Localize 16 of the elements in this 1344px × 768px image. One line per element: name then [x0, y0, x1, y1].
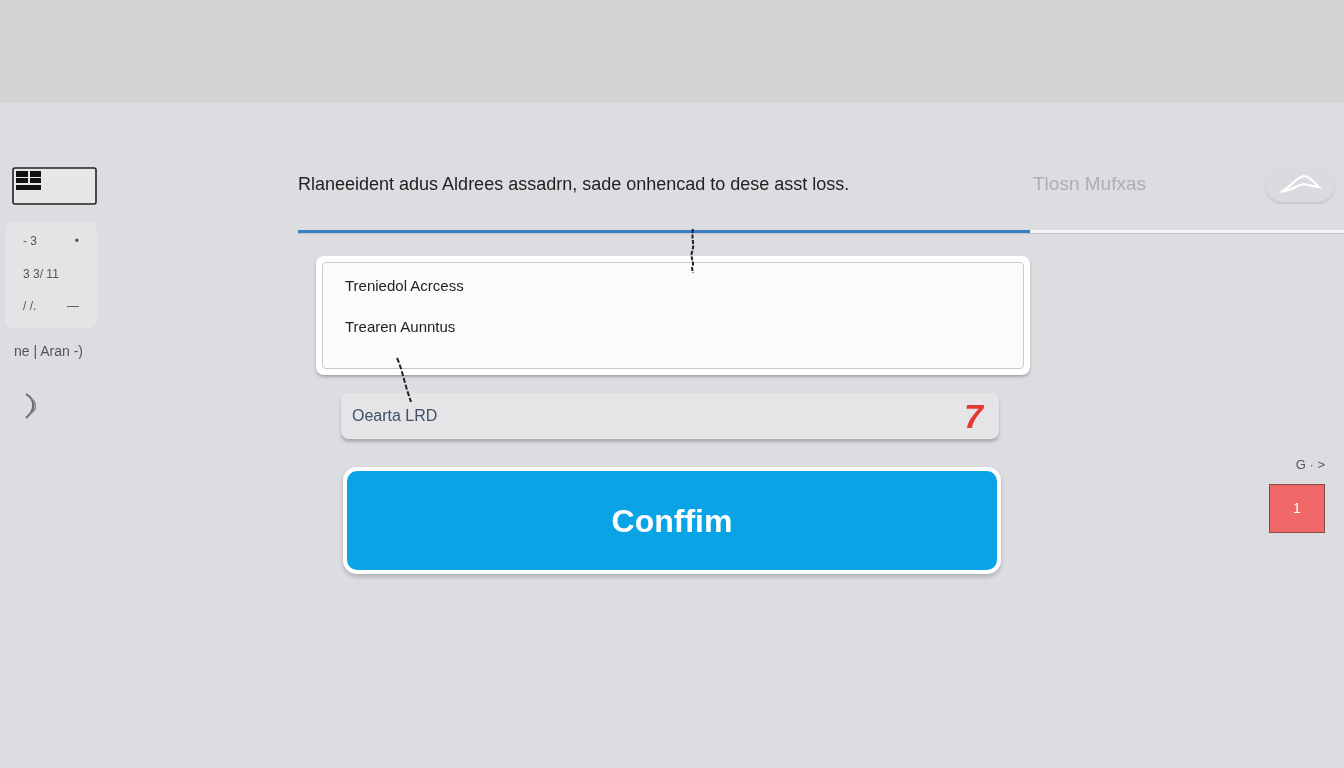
mark-text: 7 [964, 398, 983, 434]
card-text: • [74, 233, 79, 249]
input-field[interactable]: Oearta LRD 7 [341, 393, 999, 439]
side-nav-text: G · > [1295, 456, 1325, 474]
option-item[interactable]: Trearen Aunntus [345, 317, 456, 337]
block-logo-icon [12, 167, 97, 205]
header-text: Rlaneeident adus Aldrees assadrn, sade onhencad to dese asst loss. [298, 173, 851, 196]
icon-button[interactable] [1265, 166, 1335, 202]
squiggle-icon [395, 357, 413, 403]
card-text: 3 3/ 11 [23, 265, 59, 282]
card-text: - 3 [23, 233, 37, 249]
card-text: — [67, 298, 79, 314]
option-item[interactable]: Treniedol Acrcess [345, 276, 464, 296]
sidebar-caption: ne | Aran -) [14, 342, 83, 360]
card-text: / /. [23, 298, 37, 314]
swoosh-icon [1278, 173, 1322, 195]
